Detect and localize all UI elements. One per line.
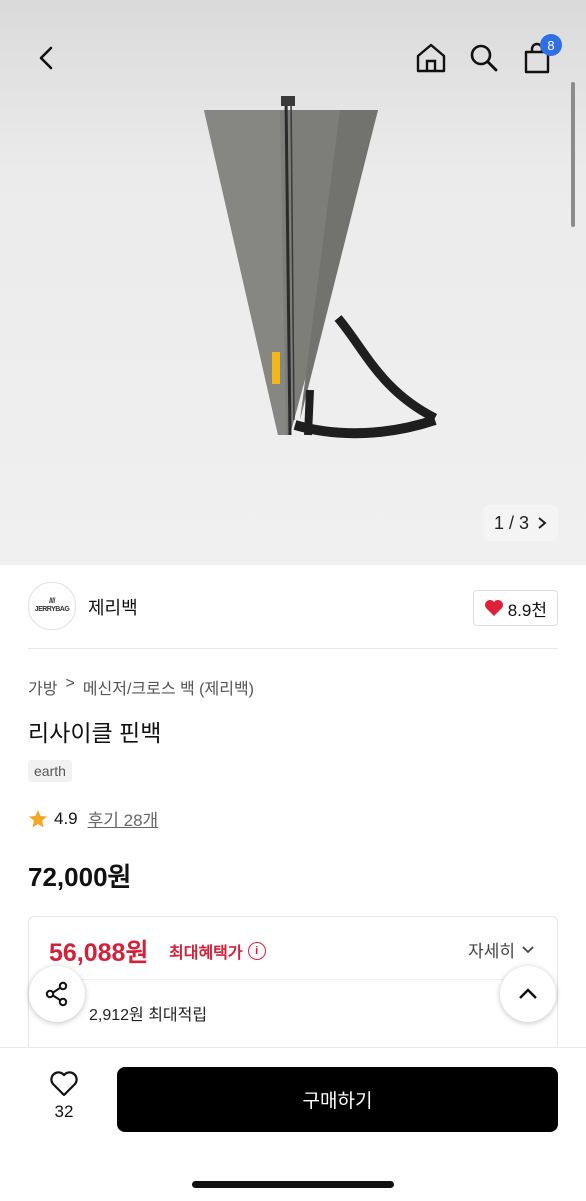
brand-logo[interactable]: //// JERRYBAG — [28, 582, 76, 630]
divider — [28, 648, 558, 649]
back-icon[interactable] — [28, 38, 66, 78]
buy-button[interactable]: 구매하기 — [117, 1067, 558, 1132]
benefit-box: 56,088원 최대혜택가 i 자세히 2,912원 최대적립 — [28, 916, 558, 1057]
rating-row: 4.9 후기 28개 — [28, 806, 158, 831]
wishlist-count: 32 — [54, 1102, 74, 1121]
info-icon[interactable]: i — [247, 942, 266, 960]
product-gallery[interactable]: 8 1 / 3 — [0, 0, 586, 565]
product-tag[interactable]: earth — [28, 760, 72, 782]
home-icon[interactable] — [412, 38, 450, 78]
box-divider — [49, 979, 537, 980]
brand-logo-text: JERRYBAG — [34, 606, 70, 613]
share-button[interactable] — [29, 966, 85, 1022]
brand-logo-mark: //// — [49, 598, 55, 605]
chevron-up-icon — [519, 988, 537, 999]
brand-row: //// JERRYBAG 제리백 8.9천 — [28, 582, 558, 632]
rating-score: 4.9 — [54, 808, 78, 828]
wishlist-button[interactable]: 32 — [40, 1070, 88, 1122]
product-title: 리사이클 핀백 — [28, 720, 162, 746]
bottom-action-bar: 32 구매하기 — [0, 1047, 586, 1201]
max-benefit-label: 최대혜택가 i — [169, 939, 266, 963]
product-image — [204, 96, 438, 439]
gallery-pager[interactable]: 1 / 3 — [483, 505, 558, 541]
share-icon — [45, 981, 68, 1007]
max-points: 2,912원 최대적립 — [89, 1007, 208, 1024]
cart-count-badge: 8 — [540, 34, 562, 56]
heart-filled-icon — [484, 600, 503, 616]
detail-toggle-label: 자세히 — [468, 942, 515, 961]
chevron-right-icon — [538, 517, 547, 529]
product-price: 72,000원 — [28, 862, 132, 892]
breadcrumb-subcategory[interactable]: 메신저/크로스 백 (제리백) — [83, 675, 254, 699]
home-indicator — [192, 1181, 394, 1188]
star-icon — [29, 809, 47, 827]
breadcrumb: 가방 > 메신저/크로스 백 (제리백) — [28, 675, 254, 699]
heart-outline-icon — [50, 1071, 78, 1097]
max-benefit-price: 56,088원 — [49, 939, 149, 967]
brand-name[interactable]: 제리백 — [88, 594, 138, 620]
chevron-right-icon: > — [65, 675, 75, 692]
search-icon[interactable] — [465, 38, 503, 78]
scroll-top-button[interactable] — [500, 966, 556, 1022]
detail-toggle[interactable]: 자세히 — [468, 937, 535, 962]
pager-text: 1 / 3 — [493, 512, 530, 533]
brand-like-count: 8.9천 — [507, 600, 547, 620]
max-benefit-label-text: 최대혜택가 — [169, 945, 243, 962]
breadcrumb-category[interactable]: 가방 — [28, 675, 57, 699]
top-navigation-bar: 8 — [0, 0, 586, 115]
brand-like-button[interactable]: 8.9천 — [472, 590, 558, 626]
bag-icon[interactable]: 8 — [518, 34, 562, 78]
chevron-down-icon — [522, 945, 534, 953]
review-count-link[interactable]: 후기 28개 — [88, 806, 159, 831]
